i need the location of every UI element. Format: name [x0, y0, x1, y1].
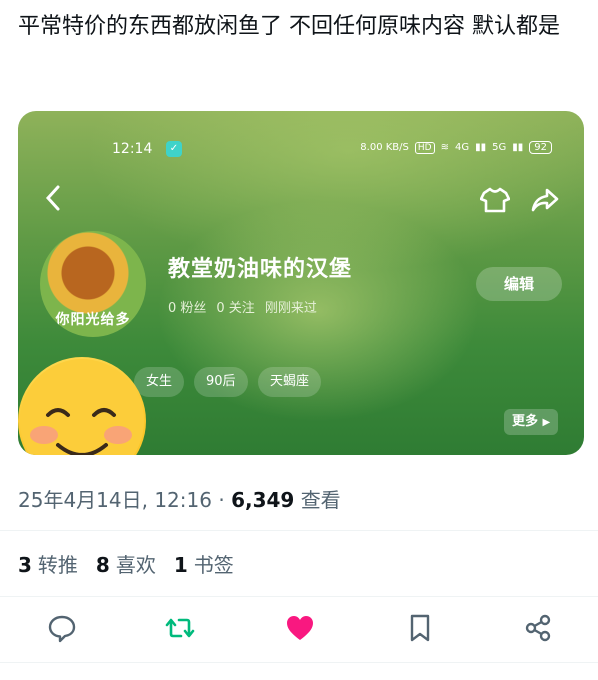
meta-separator: · [218, 488, 225, 512]
likes-label: 喜欢 [115, 553, 156, 577]
divider [0, 596, 598, 597]
profile-name: 教堂奶油味的汉堡 [168, 257, 353, 282]
post-meta: 25年4月14日, 12:16 · 6,349 查看 [18, 484, 341, 513]
signal-icon: ▮▮ [512, 142, 524, 153]
divider [0, 530, 598, 531]
play-arrow-icon: ▶ [542, 417, 551, 428]
post-date[interactable]: 25年4月14日, 12:16 [18, 488, 212, 512]
smiling-face-icon [18, 357, 146, 455]
shirt-icon[interactable] [480, 186, 510, 214]
wifi-icon: ≋ [440, 142, 449, 153]
network-4g: 4G [454, 142, 470, 153]
following-count[interactable]: 0 关注 [216, 297, 254, 316]
bookmark-icon[interactable] [404, 612, 436, 644]
more-button[interactable]: 更多 ▶ [504, 409, 559, 435]
avatar-caption: 你阳光给多 [55, 312, 131, 328]
retweets-count: 3 [18, 553, 32, 577]
bookmarks-count: 1 [173, 553, 188, 577]
engagement-counts: 3 转推 8 喜欢 1 书签 [18, 549, 234, 578]
tweet-text: 平常特价的东西都放闲鱼了 不回任何原味内容 默认都是 [18, 14, 560, 39]
embedded-screenshot[interactable]: 12:14 ✓ 8.00 KB/S HD ≋ 4G ▮▮ 5G ▮▮ 92 你阳… [18, 111, 584, 455]
share-icon[interactable] [522, 612, 554, 644]
tag-age[interactable]: 90后 [194, 367, 248, 397]
tag-gender[interactable]: 女生 [134, 367, 185, 397]
hd-badge: HD [414, 141, 435, 154]
divider [0, 662, 598, 663]
profile-stats: 0 粉丝 0 关注 刚刚来过 [168, 297, 317, 316]
share-arrow-icon[interactable] [530, 186, 560, 214]
views-label: 查看 [300, 488, 341, 512]
signal-icon: ▮▮ [475, 142, 487, 153]
last-seen: 刚刚来过 [264, 301, 317, 316]
battery-level: 92 [529, 141, 552, 154]
network-speed: 8.00 KB/S [360, 142, 409, 153]
likes-count: 8 [95, 553, 110, 577]
shield-icon: ✓ [166, 141, 182, 157]
bookmarks-stat[interactable]: 1 书签 [174, 549, 234, 578]
status-time: 12:14 [112, 141, 153, 157]
views-count: 6,349 [231, 488, 295, 512]
bookmarks-label: 书签 [193, 553, 234, 577]
like-icon[interactable] [284, 612, 316, 644]
retweets-label: 转推 [37, 553, 78, 577]
likes-stat[interactable]: 8 喜欢 [96, 549, 156, 578]
retweets-stat[interactable]: 3 转推 [18, 549, 78, 578]
back-icon[interactable] [42, 183, 66, 213]
tag-zodiac[interactable]: 天蝎座 [258, 367, 322, 397]
network-5g: 5G [492, 142, 507, 153]
fans-count[interactable]: 0 粉丝 [168, 297, 206, 316]
edit-button[interactable]: 编辑 [476, 267, 562, 301]
more-label: 更多 [512, 414, 539, 429]
status-indicators: 8.00 KB/S HD ≋ 4G ▮▮ 5G ▮▮ 92 [360, 141, 552, 154]
reply-icon[interactable] [46, 612, 78, 644]
avatar[interactable]: 你阳光给多 [40, 231, 146, 337]
retweet-icon[interactable] [164, 612, 196, 644]
